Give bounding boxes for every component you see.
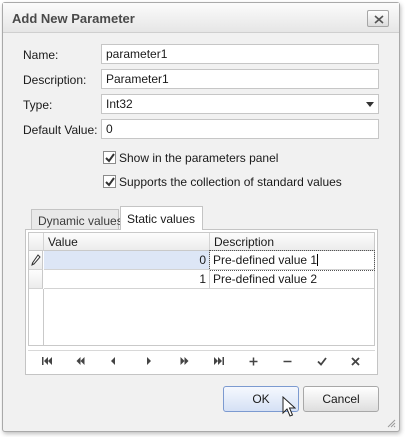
default-value-label: Default Value:: [23, 123, 98, 137]
cell-editor-text[interactable]: Pre-defined value 1: [213, 253, 317, 267]
table-cell-description-editing[interactable]: Pre-defined value 1: [210, 251, 374, 270]
prev-icon: [111, 357, 115, 365]
tab-dynamic-values[interactable]: Dynamic values: [31, 209, 123, 230]
add-parameter-dialog: Add New Parameter Name: parameter1 Descr…: [2, 2, 400, 432]
next-record-button[interactable]: [142, 354, 162, 370]
close-button[interactable]: [367, 10, 389, 27]
checkmark-icon: [105, 153, 115, 163]
type-label: Type:: [23, 98, 53, 112]
next-icon: [147, 357, 151, 365]
static-values-panel: Value Description 0 Pre-defined value 1 …: [25, 229, 378, 375]
close-icon: [374, 15, 384, 24]
append-record-button[interactable]: [245, 354, 265, 370]
first-icon: [42, 357, 52, 365]
mouse-pointer-icon: [282, 396, 296, 417]
row-indicator-column: [29, 289, 44, 345]
table-cell-description[interactable]: Pre-defined value 2: [210, 270, 374, 289]
prev-page-icon: [76, 357, 85, 365]
name-field[interactable]: parameter1: [101, 44, 379, 64]
checkmark-icon: [105, 177, 115, 187]
supports-collection-checkbox[interactable]: [103, 175, 116, 188]
cancel-button[interactable]: Cancel: [303, 386, 379, 412]
remove-record-button[interactable]: [279, 354, 299, 370]
close-icon: [351, 357, 360, 366]
description-field[interactable]: Parameter1: [101, 69, 379, 89]
row-indicator[interactable]: [29, 251, 43, 270]
first-record-button[interactable]: [38, 354, 58, 370]
cancel-edit-button[interactable]: [347, 354, 367, 370]
tab-static-values[interactable]: Static values: [120, 206, 203, 230]
column-header-value[interactable]: Value: [44, 233, 210, 251]
supports-collection-label: Supports the collection of standard valu…: [119, 175, 342, 189]
prev-record-button[interactable]: [106, 354, 126, 370]
title-bar[interactable]: Add New Parameter: [3, 3, 399, 33]
last-icon: [214, 357, 224, 365]
show-in-panel-checkbox[interactable]: [103, 151, 116, 164]
minus-icon: [283, 360, 292, 363]
next-page-icon: [180, 357, 189, 365]
column-header-description[interactable]: Description: [210, 233, 374, 251]
type-dropdown[interactable]: Int32: [101, 94, 379, 114]
show-in-panel-label: Show in the parameters panel: [119, 151, 279, 165]
type-value: Int32: [106, 97, 133, 111]
table-cell-value[interactable]: 0: [44, 251, 210, 270]
data-navigator: [28, 350, 375, 372]
table-cell-value[interactable]: 1: [44, 270, 210, 289]
plus-icon: [249, 357, 258, 366]
text-caret: [317, 254, 319, 266]
end-edit-button[interactable]: [313, 354, 333, 370]
checkmark-icon: [317, 357, 327, 366]
static-values-grid: Value Description 0 Pre-defined value 1 …: [28, 232, 375, 346]
name-label: Name:: [23, 48, 59, 62]
row-indicator-header: [29, 233, 44, 251]
chevron-down-icon[interactable]: [366, 102, 374, 107]
last-record-button[interactable]: [210, 354, 230, 370]
default-value-field[interactable]: 0: [101, 119, 379, 139]
next-page-button[interactable]: [176, 354, 196, 370]
row-indicator[interactable]: [29, 270, 43, 289]
description-label: Description:: [23, 73, 87, 87]
edit-pencil-icon: [31, 254, 41, 266]
resize-grip-icon[interactable]: [386, 418, 396, 428]
dialog-title: Add New Parameter: [12, 11, 135, 26]
prev-page-button[interactable]: [72, 354, 92, 370]
